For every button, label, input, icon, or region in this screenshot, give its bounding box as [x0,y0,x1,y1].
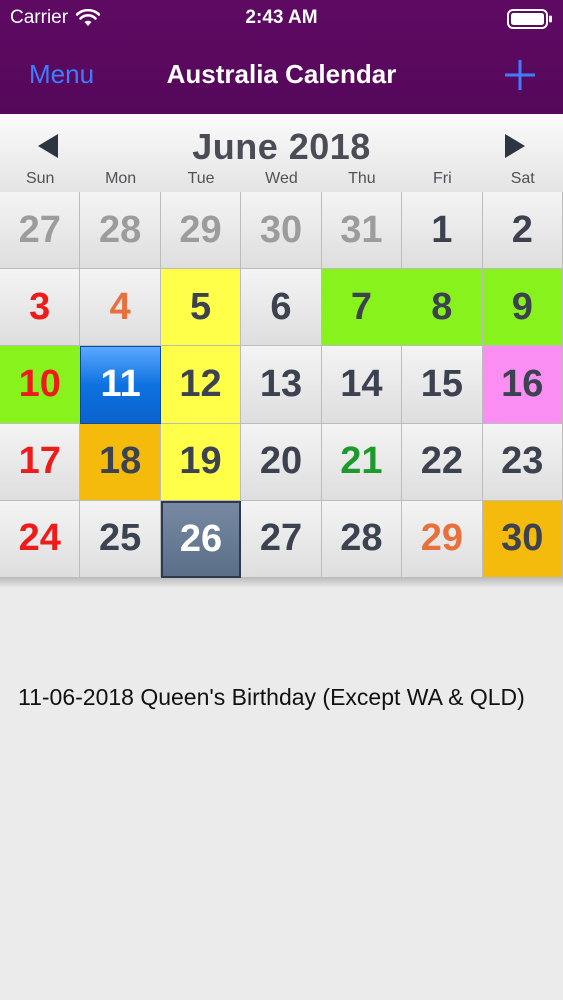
day-cell[interactable]: 18 [80,423,161,501]
day-cell[interactable]: 13 [241,346,322,424]
day-cell[interactable]: 30 [241,192,322,270]
day-cell[interactable]: 10 [0,346,81,424]
day-cell[interactable]: 4 [80,269,161,347]
day-cell[interactable]: 25 [80,500,161,578]
calendar-grid: 27 28 29 30 31 1 2 3 4 5 6 7 8 9 10 11 12 13 14 15 16 17 18 19 2… [0,192,563,578]
weekday-label: Tue [187,170,215,187]
day-cell[interactable]: 1 [402,192,483,270]
day-cell[interactable]: 11 [80,346,161,424]
day-cell[interactable]: 14 [321,346,403,424]
weekday-label: Wed [265,170,298,187]
day-cell[interactable]: 8 [402,269,483,347]
day-cell[interactable]: 30 [482,500,563,578]
day-cell[interactable]: 22 [402,423,483,501]
day-cell[interactable]: 26 [160,500,242,578]
status-time: 2:43 AM [245,7,318,28]
day-cell[interactable]: 27 [0,192,81,270]
page-title: Australia Calendar [166,59,397,89]
day-cell[interactable]: 28 [321,500,403,578]
day-cell[interactable]: 2 [482,192,563,270]
month-title: June 2018 [192,126,371,167]
day-cell[interactable]: 16 [482,346,563,424]
weekday-label: Mon [105,170,137,187]
day-cell[interactable]: 29 [402,500,483,578]
day-cell[interactable]: 3 [0,269,81,347]
weekday-label: Fri [432,170,452,187]
calendar-header: June 2018 Sun Mon Tue Wed Thu Fri Sat [0,114,563,193]
weekday-row: Sun Mon Tue Wed Thu Fri Sat [0,170,563,188]
day-cell[interactable]: 27 [241,500,322,578]
day-cell[interactable]: 6 [241,269,322,347]
day-cell[interactable]: 31 [321,192,403,270]
top-bar: Carrier 2:43 AM Menu Australia Calendar [0,0,563,114]
day-cell[interactable]: 23 [482,423,563,501]
day-cell[interactable]: 12 [160,346,242,424]
day-cell[interactable]: 5 [160,269,242,347]
battery-icon [507,9,553,29]
day-cell[interactable]: 19 [160,423,242,501]
weekday-label: Sat [510,170,535,187]
day-cell[interactable]: 17 [0,423,81,501]
weekday-label: Sun [25,170,55,187]
day-cell[interactable]: 28 [80,192,161,270]
grid-shadow [0,578,563,588]
day-cell[interactable]: 7 [321,269,403,347]
app-root: Carrier 2:43 AM Menu Australia Calendar [0,0,563,1000]
event-description: 11-06-2018 Queen's Birthday (Except WA &… [18,684,525,710]
day-cell[interactable]: 24 [0,500,81,578]
day-cell[interactable]: 29 [160,192,242,270]
right-triangle-icon[interactable] [495,133,535,163]
day-cell[interactable]: 20 [241,423,322,501]
plus-icon[interactable] [503,58,537,92]
weekday-label: Thu [348,170,376,187]
day-cell[interactable]: 15 [402,346,483,424]
day-cell[interactable]: 21 [321,423,403,501]
day-cell[interactable]: 9 [482,269,563,347]
